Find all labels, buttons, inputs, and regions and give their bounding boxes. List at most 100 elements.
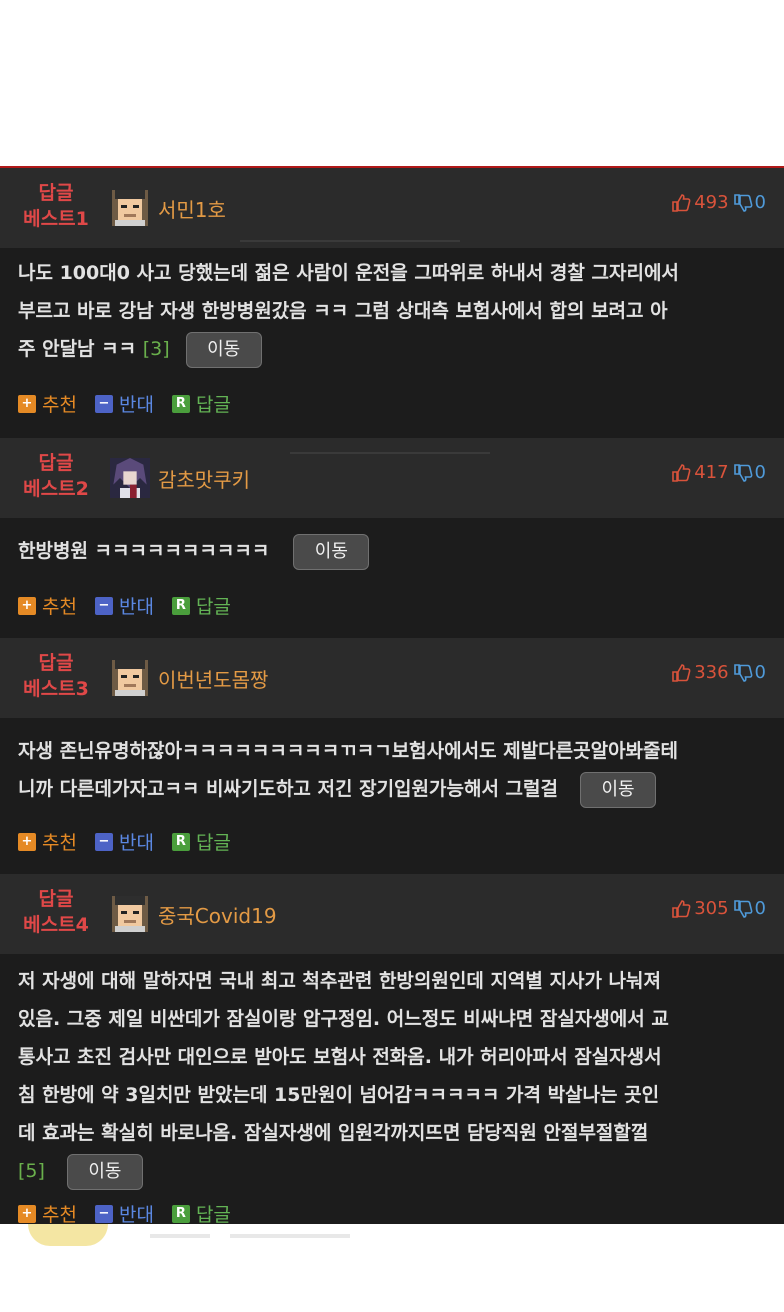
thumbs-up-icon (672, 899, 691, 918)
reply-count[interactable]: [3] (143, 338, 170, 360)
vote-counts: 305 0 (671, 898, 766, 919)
minus-icon: − (94, 832, 113, 851)
best-comment-4: 답글 베스트4 중국Covid19 305 0 저 자생에 대해 말하자면 국내… (0, 874, 784, 1226)
comment-actions: + 추천 − 반대 R 답글 (18, 828, 231, 855)
nickname-link[interactable]: 이번년도몸짱 (158, 664, 268, 693)
cropped-text-fragment (150, 1234, 210, 1238)
vote-counts: 493 0 (671, 192, 766, 213)
badge-line-2: 베스트3 (23, 678, 89, 700)
reply-label: 답글 (195, 832, 231, 854)
upvote-button[interactable]: 305 (671, 898, 729, 919)
anime-avatar-icon[interactable] (110, 458, 150, 498)
comment-actions: + 추천 − 반대 R 답글 (18, 1200, 231, 1226)
reply-button[interactable]: R 답글 (171, 828, 231, 855)
vote-counts: 336 0 (671, 662, 766, 683)
minus-icon: − (94, 394, 113, 413)
comment-header: 답글 베스트3 이번년도몸짱 336 0 (0, 638, 784, 718)
recommend-label: 추천 (42, 832, 77, 854)
best-badge: 답글 베스트1 (16, 180, 96, 232)
plus-icon: + (18, 832, 36, 851)
oppose-button[interactable]: − 반대 (94, 1200, 154, 1226)
downvote-count: 0 (754, 462, 766, 483)
reply-button[interactable]: R 답글 (171, 1200, 231, 1226)
badge-line-2: 베스트1 (23, 208, 89, 230)
move-button[interactable]: 이동 (580, 771, 656, 808)
plus-icon: + (18, 1204, 36, 1223)
reply-label: 답글 (195, 596, 231, 618)
badge-line-2: 베스트2 (23, 478, 89, 500)
thumbs-down-icon (733, 663, 753, 682)
comment-text-line: 침 한방에 약 3일치만 받았는데 15만원이 넘어감ㅋㅋㅋㅋㅋ 가격 박살나는… (18, 1084, 660, 1106)
oppose-button[interactable]: − 반대 (94, 390, 154, 417)
best-comment-3: 답글 베스트3 이번년도몸짱 336 0 자생 존닌유명하잖아ㅋㅋㅋㅋㅋㅋㅋㅋㅋ… (0, 638, 784, 874)
recommend-label: 추천 (42, 1204, 77, 1226)
comment-text-line: 주 안달남 ㅋㅋ [3] 이동 (18, 330, 766, 368)
thumbs-up-icon (672, 663, 691, 682)
comment-text-line: 저 자생에 대해 말하자면 국내 최고 척추관련 한방의원인데 지역별 지사가 … (18, 970, 661, 992)
upvote-button[interactable]: 417 (671, 462, 729, 483)
comment-text-line: 니까 다른데가자고ㅋㅋ 비싸기도하고 저긴 장기입원가능해서 그럴걸 이동 (18, 770, 766, 808)
downvote-button[interactable]: 0 (733, 662, 766, 683)
oppose-label: 반대 (118, 832, 154, 854)
move-button[interactable]: 이동 (185, 331, 262, 368)
comment-header: 답글 베스트1 서민1호 493 0 (0, 168, 784, 248)
comment-text-line-end: 니까 다른데가자고ㅋㅋ 비싸기도하고 저긴 장기입원가능해서 그럴걸 (18, 778, 558, 800)
nickname-link[interactable]: 중국Covid19 (158, 900, 277, 929)
reply-count[interactable]: [5] (18, 1160, 45, 1182)
recommend-button[interactable]: + 추천 (18, 592, 77, 619)
thumbs-down-icon (733, 463, 753, 482)
thumbs-up-icon (672, 193, 691, 212)
oppose-label: 반대 (118, 596, 154, 618)
reply-button[interactable]: R 답글 (171, 592, 231, 619)
blurred-info (240, 240, 460, 242)
best-badge: 답글 베스트3 (16, 650, 96, 702)
downvote-button[interactable]: 0 (733, 192, 766, 213)
plus-icon: + (18, 596, 36, 615)
comment-header: 답글 베스트2 감초맛쿠키 417 0 (0, 438, 784, 518)
recommend-label: 추천 (42, 596, 77, 618)
downvote-button[interactable]: 0 (733, 898, 766, 919)
pixel-man-avatar-icon[interactable] (112, 190, 148, 226)
badge-line-1: 답글 (38, 182, 74, 204)
comment-text-line-end: 한방병원 ㅋㅋㅋㅋㅋㅋㅋㅋㅋㅋ (18, 540, 270, 562)
downvote-count: 0 (754, 192, 766, 213)
downvote-button[interactable]: 0 (733, 462, 766, 483)
comment-list: 답글 베스트1 서민1호 493 0 나도 100대0 사고 당했는데 젊은 사… (0, 166, 784, 1226)
badge-line-2: 베스트4 (23, 914, 89, 936)
comment-text-line: 한방병원 ㅋㅋㅋㅋㅋㅋㅋㅋㅋㅋ 이동 (18, 532, 766, 570)
upvote-button[interactable]: 493 (671, 192, 729, 213)
pixel-man-avatar-icon[interactable] (112, 660, 148, 696)
recommend-label: 추천 (42, 394, 77, 416)
comment-actions: + 추천 − 반대 R 답글 (18, 592, 231, 619)
comment-body: 한방병원 ㅋㅋㅋㅋㅋㅋㅋㅋㅋㅋ 이동 (0, 518, 784, 570)
oppose-button[interactable]: − 반대 (94, 592, 154, 619)
badge-line-1: 답글 (38, 652, 74, 674)
cropped-emoji-shape (28, 1224, 108, 1246)
vote-counts: 417 0 (671, 462, 766, 483)
cropped-text-fragment (230, 1234, 350, 1238)
move-button[interactable]: 이동 (66, 1153, 143, 1190)
comment-body: 나도 100대0 사고 당했는데 젊은 사람이 운전을 그따위로 하내서 경찰 … (0, 248, 784, 368)
nickname-link[interactable]: 감초맛쿠키 (158, 464, 250, 493)
upvote-button[interactable]: 336 (671, 662, 729, 683)
comment-text-line: 있음. 그중 제일 비싼데가 잠실이랑 압구정임. 어느정도 비싸냐면 잠실자생… (18, 1008, 669, 1030)
reply-label: 답글 (195, 1204, 231, 1226)
comment-text-line: 통사고 초진 검사만 대인으로 받아도 보험사 전화옴. 내가 허리아파서 잠실… (18, 1046, 662, 1068)
reply-button[interactable]: R 답글 (171, 390, 231, 417)
upvote-count: 336 (694, 662, 729, 683)
move-button[interactable]: 이동 (293, 533, 370, 570)
recommend-button[interactable]: + 추천 (18, 828, 77, 855)
nickname-link[interactable]: 서민1호 (158, 194, 226, 223)
comment-text-line: 나도 100대0 사고 당했는데 젊은 사람이 운전을 그따위로 하내서 경찰 … (18, 262, 679, 284)
recommend-button[interactable]: + 추천 (18, 390, 77, 417)
reply-icon: R (171, 832, 190, 851)
oppose-button[interactable]: − 반대 (94, 828, 154, 855)
downvote-count: 0 (754, 662, 766, 683)
upvote-count: 493 (694, 192, 729, 213)
reply-label: 답글 (195, 394, 231, 416)
comment-text-line: 데 효과는 확실히 바로나옴. 잠실자생에 입원각까지뜨면 담당직원 안절부절할… (18, 1122, 649, 1144)
pixel-man-avatar-icon[interactable] (112, 896, 148, 932)
best-comment-2: 답글 베스트2 감초맛쿠키 417 0 한방병원 ㅋㅋㅋㅋㅋㅋㅋㅋㅋㅋ 이동 +… (0, 438, 784, 638)
recommend-button[interactable]: + 추천 (18, 1200, 77, 1226)
downvote-count: 0 (754, 898, 766, 919)
